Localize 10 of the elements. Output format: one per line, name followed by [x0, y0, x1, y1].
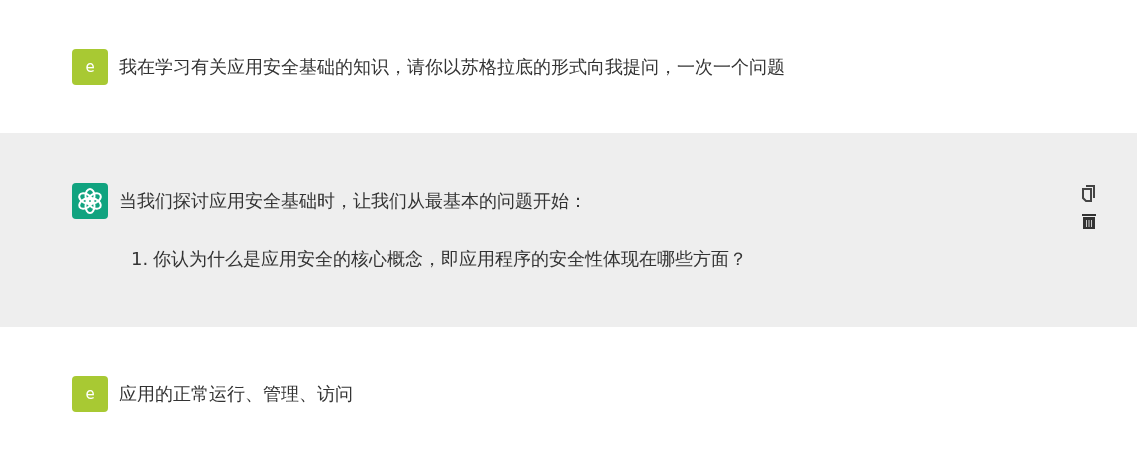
list-item-text: 你认为什么是应用安全的核心概念，即应用程序的安全性体现在哪些方面？ — [153, 248, 748, 270]
list-number: 1. — [131, 248, 149, 270]
message-text: 我在学习有关应用安全基础的知识，请你以苏格拉底的形式向我提问，一次一个问题 — [119, 56, 786, 78]
user-avatar: e — [72, 49, 108, 85]
copy-icon[interactable] — [1081, 185, 1097, 203]
message-text: 应用的正常运行、管理、访问 — [119, 383, 354, 405]
trash-icon[interactable] — [1081, 213, 1097, 229]
user-avatar: e — [72, 376, 108, 412]
message-text: 当我们探讨应用安全基础时，让我们从最基本的问题开始： — [119, 190, 588, 212]
assistant-avatar-icon — [72, 183, 108, 219]
